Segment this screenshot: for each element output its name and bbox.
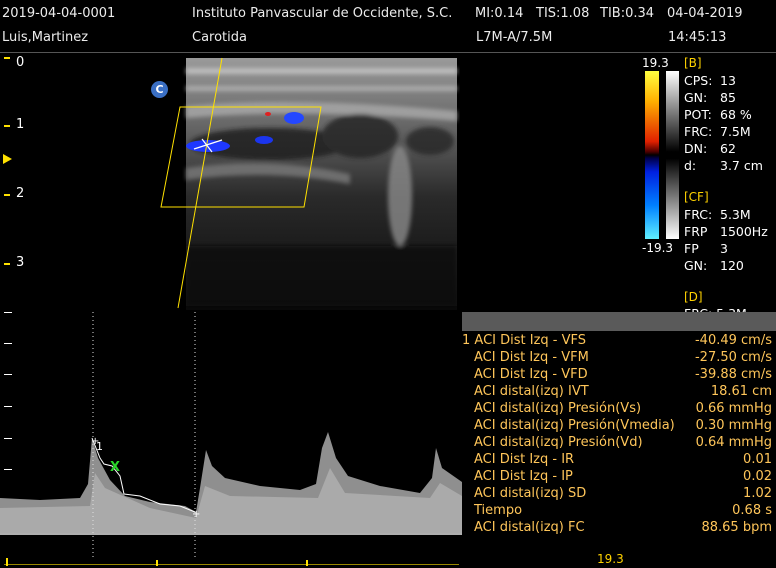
bmode-section-title: [B] xyxy=(684,56,702,70)
measurement-value: 0.64 mmHg xyxy=(695,435,772,450)
measurement-value: 0.02 xyxy=(743,469,772,484)
grayscale-map-bar xyxy=(666,71,679,239)
depth-tick xyxy=(4,125,10,127)
measurement-label: ACI distal(izq) Presión(Vd) xyxy=(474,435,643,450)
thermal-index-bone: TIB:0.34 xyxy=(600,6,655,21)
measurement-label: ACI distal(izq) SD xyxy=(474,486,587,501)
exam-time: 14:45:13 xyxy=(668,30,727,45)
patient-id: 2019-04-04-0001 xyxy=(2,6,116,21)
param-d-key: d: xyxy=(684,158,697,173)
measurement-label: ACI Dist Izq - VFM xyxy=(474,350,589,365)
param-gn-key: GN: xyxy=(684,90,708,105)
probe-info: L7M-A/7.5M xyxy=(476,30,553,45)
measurement-label: 1 ACI Dist Izq - VFS xyxy=(462,333,586,348)
focus-marker-icon xyxy=(3,154,12,164)
exam-type: Carotida xyxy=(192,30,247,45)
institution-name: Instituto Panvascular de Occidente, S.C. xyxy=(192,6,453,21)
measurement-panel-header xyxy=(462,312,776,331)
measurement-value: 0.68 s xyxy=(732,503,772,518)
measurement-value: -40.49 cm/s xyxy=(694,333,772,348)
measurement-label: Tiempo xyxy=(474,503,523,518)
param-cf-gn-key: GN: xyxy=(684,258,708,273)
measurement-label: ACI distal(izq) IVT xyxy=(474,384,589,399)
param-d-value: 3.7 cm xyxy=(720,158,763,173)
param-dn-key: DN: xyxy=(684,141,708,156)
param-frp-value: 1500Hz xyxy=(720,224,768,239)
depth-tick xyxy=(4,194,10,196)
param-pot-value: 68 % xyxy=(720,107,752,122)
measurement-label: ACI Dist Izq - VFD xyxy=(474,367,588,382)
measurement-value: 1.02 xyxy=(743,486,772,501)
header-divider xyxy=(0,52,776,53)
thermal-index-soft: TIS:1.08 xyxy=(536,6,590,21)
param-cf-gn-value: 120 xyxy=(720,258,744,273)
param-gn-value: 85 xyxy=(720,90,736,105)
color-velocity-scale xyxy=(645,71,659,239)
bmode-image xyxy=(160,57,457,310)
param-fp-value: 3 xyxy=(720,241,728,256)
measurement-label: ACI distal(izq) Presión(Vs) xyxy=(474,401,642,416)
mechanical-index: MI:0.14 xyxy=(475,6,524,21)
measurement-value: 0.66 mmHg xyxy=(695,401,772,416)
cursor-label-x: X xyxy=(110,460,121,475)
measurement-label: ACI Dist Izq - IP xyxy=(474,469,573,484)
patient-name: Luis,Martinez xyxy=(2,30,89,45)
param-pot-key: POT: xyxy=(684,107,712,122)
depth-label-1: 1 xyxy=(16,117,25,132)
depth-label-2: 2 xyxy=(16,186,25,201)
param-frc-key: FRC: xyxy=(684,124,713,139)
depth-label-0: 0 xyxy=(16,55,25,70)
spectral-doppler-display: + + xyxy=(0,312,462,566)
measurement-panel: 1 ACI Dist Izq - VFS -40.49 cm/s ACI Dis… xyxy=(462,331,776,539)
measurement-label: ACI distal(izq) Presión(Vmedia) xyxy=(474,418,675,433)
doppler-scale-value: 19.3 xyxy=(597,552,624,566)
measurement-value: 18.61 cm xyxy=(710,384,772,399)
param-cps-value: 13 xyxy=(720,73,736,88)
param-dn-value: 62 xyxy=(720,141,736,156)
param-frc-value: 7.5M xyxy=(720,124,751,139)
measurement-label: ACI distal(izq) FC xyxy=(474,520,585,535)
measurement-value: 0.30 mmHg xyxy=(695,418,772,433)
depth-tick xyxy=(4,263,10,265)
measurement-label: ACI Dist Izq - IR xyxy=(474,452,575,467)
depth-tick xyxy=(4,57,10,59)
measurement-value: -39.88 cm/s xyxy=(694,367,772,382)
cf-section-title: [CF] xyxy=(684,190,709,204)
measurement-value: 88.65 bpm xyxy=(701,520,772,535)
exam-date: 04-04-2019 xyxy=(667,6,743,21)
cursor-label-1: 1 xyxy=(96,440,103,453)
param-frp-key: FRP xyxy=(684,224,708,239)
doppler-section-title: [D] xyxy=(684,290,703,304)
depth-label-3: 3 xyxy=(16,255,25,270)
param-cps-key: CPS: xyxy=(684,73,713,88)
colorbar-bottom-label: -19.3 xyxy=(642,241,674,255)
orientation-marker-icon: C xyxy=(151,81,168,98)
measurement-value: 0.01 xyxy=(743,452,772,467)
colorbar-top-label: 19.3 xyxy=(642,56,669,70)
param-fp-key: FP xyxy=(684,241,699,256)
param-cf-frc-value: 5.3M xyxy=(720,207,751,222)
svg-text:+: + xyxy=(192,509,200,520)
param-cf-frc-key: FRC: xyxy=(684,207,713,222)
measurement-value: -27.50 cm/s xyxy=(694,350,772,365)
